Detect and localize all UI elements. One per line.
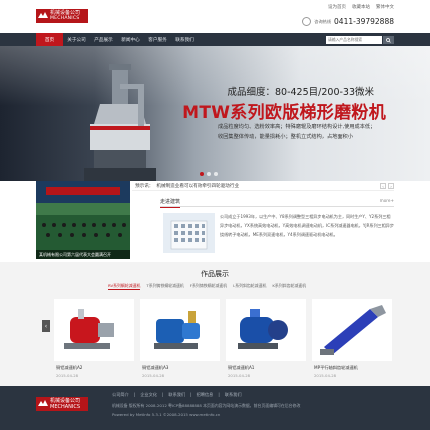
banner-pager [200,172,218,176]
about-more-link[interactable]: more+ [380,198,394,203]
tab-l-series[interactable]: L系列斜齿轮减速机 [233,283,266,290]
tab-k-series[interactable]: K系列斜齿轮减速机 [272,283,306,290]
product-name[interactable]: MP平行轴斜齿轮减速机 [314,365,358,371]
phone-icon [302,17,312,26]
grinding-mill-image [84,64,156,181]
product-card[interactable] [312,299,392,361]
footer-logo-en: MECHANICS [50,404,81,410]
banner-dot[interactable] [207,172,211,176]
product-card[interactable] [140,299,220,361]
nav-item-about[interactable]: 关于公司 [63,33,90,46]
about-building-image[interactable] [163,213,215,253]
about-title: 走进建筑 [160,198,181,208]
product-name[interactable]: 铜铝减速机A3 [142,365,168,371]
search-icon [386,37,391,43]
footer-link-contact[interactable]: 联系我们 [168,392,185,398]
news-photo[interactable]: 某机械有限公司第六届代表大会圆满召开 [36,181,130,259]
nav-item-news[interactable]: 新闻中心 [117,33,144,46]
tab-f-series[interactable]: F系列铸铁蜗轮减速机 [190,283,227,290]
nav-item-products[interactable]: 产品展示 [90,33,117,46]
news-headline[interactable]: 机械制造业看可以有效牵引四轮驱动行业 [156,183,239,189]
bookmark-link[interactable]: 收藏本站 [352,4,370,10]
hotline: 咨询热线 0411-39792888 [302,17,394,26]
hotline-number: 0411-39792888 [334,17,394,26]
logo-en: MECHANICS [50,16,80,21]
product-date: 2015-04-28 [56,373,79,378]
logo-mark-icon [36,9,50,23]
footer-logo[interactable]: 机械设备公司 MECHANICS [36,397,88,411]
prev-products-button[interactable]: ‹ [42,320,50,332]
footer-powered-by: Powered by MetInfo 5.3.1 ©2008-2015 www.… [112,412,221,417]
search-button[interactable] [383,36,394,44]
set-homepage-link[interactable]: 设为首页 [328,4,346,10]
footer-copyright: 机械设备 版权所有 2008-2012 粤ICP备88888888 本页面内容为… [112,403,301,408]
blue-pump-image [154,311,200,349]
product-name[interactable]: 铜铝减速机A2 [56,365,82,371]
gear-reducer-image [320,305,386,355]
product-tabs: RV系列蜗轮减速机 T系列铸铁蜗轮减速机 F系列铸铁蜗轮减速机 L系列斜齿轮减速… [108,283,306,290]
products-title: 作品展示 [201,270,229,278]
nav-item-service[interactable]: 客户服务 [144,33,171,46]
product-date: 2015-04-28 [228,373,251,378]
nav-item-home[interactable]: 首页 [36,33,63,46]
red-pump-image [64,309,114,349]
tab-t-series[interactable]: T系列铸铁蜗轮减速机 [146,283,183,290]
meeting-photo-image [36,181,130,259]
banner-spec: 成品细度：80-425目/200-33微米 [227,87,375,98]
footer-links: 公司简介 | 企业文化 | 联系我们 | 招聘信息 | 联系我们 [112,392,242,398]
site-footer: 机械设备公司 MECHANICS 公司简介 | 企业文化 | 联系我们 | 招聘信息 |… [0,386,430,430]
logo-mark-icon [36,397,50,411]
banner-title: MTW系列欧版梯形磨粉机 [182,103,386,123]
products-section: 作品展示 RV系列蜗轮减速机 T系列铸铁蜗轮减速机 F系列铸铁蜗轮减速机 L系列… [0,262,430,386]
tab-rv-series[interactable]: RV系列蜗轮减速机 [108,283,141,290]
footer-link-culture[interactable]: 企业文化 [140,392,157,398]
news-label: 预示讯： [135,183,154,189]
banner-dot[interactable] [200,172,204,176]
blue-motor-image [238,309,288,349]
product-name[interactable]: 铜铝减速机A1 [228,365,254,371]
search-input[interactable] [326,36,382,44]
prev-news-button[interactable]: ‹ [380,183,386,189]
banner-description: 成品粒度均匀、选粉效率高；特殊磨辊及磨环结构设计,使用成本低；收回集整体传动，能… [218,124,376,140]
about-header: 走进建筑 more+ [160,197,394,208]
product-date: 2015-04-28 [142,373,165,378]
news-ticker: 预示讯： 机械制造业看可以有效牵引四轮驱动行业 ‹ › [132,181,394,191]
next-news-button[interactable]: › [388,183,394,189]
footer-link-intro[interactable]: 公司简介 [112,392,129,398]
news-photo-caption: 某机械有限公司第六届代表大会圆满召开 [36,250,130,259]
hotline-label: 咨询热线 [314,18,332,24]
banner-dot[interactable] [214,172,218,176]
top-links: 设为首页 收藏本站 繁体中文 [328,4,394,10]
about-text: 公司成立于1993年，以生产中、Y8系列调整型三相异步电动机为主，同时生产Y、Y… [220,214,394,237]
product-card[interactable] [54,299,134,361]
traditional-chinese-link[interactable]: 繁体中文 [376,4,394,10]
main-nav: 首页 关于公司 产品展示 新闻中心 客户服务 联系我们 [0,33,430,46]
product-date: 2015-04-28 [314,373,337,378]
site-header: 机械设备公司 MECHANICS 设为首页 收藏本站 繁体中文 咨询热线 041… [0,0,430,33]
building-image [163,213,215,253]
hero-banner[interactable]: 成品细度：80-425目/200-33微米 MTW系列欧版梯形磨粉机 成品粒度均… [0,46,430,181]
logo[interactable]: 机械设备公司 MECHANICS [36,9,88,23]
footer-link-contact-2[interactable]: 联系我们 [225,392,242,398]
product-card[interactable] [226,299,306,361]
footer-link-jobs[interactable]: 招聘信息 [197,392,214,398]
nav-item-contact[interactable]: 联系我们 [171,33,198,46]
